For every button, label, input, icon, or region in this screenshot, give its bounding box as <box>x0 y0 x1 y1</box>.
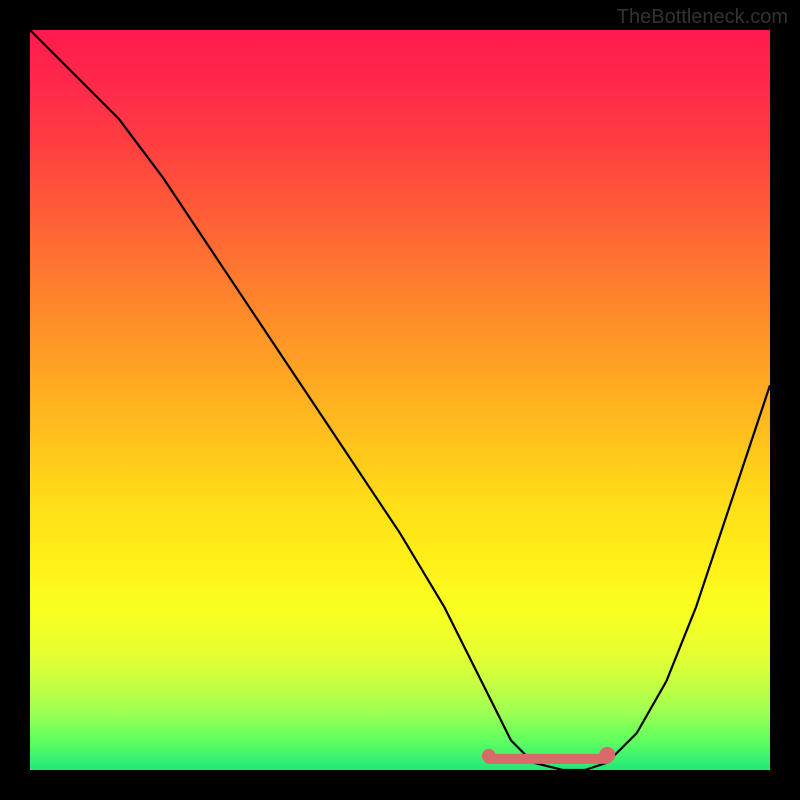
marker-end-dot <box>599 747 615 763</box>
chart-curve <box>30 30 770 770</box>
watermark-text: TheBottleneck.com <box>617 6 788 29</box>
chart-container <box>30 30 770 770</box>
marker-start-dot <box>482 749 496 763</box>
chart-svg-overlay <box>30 30 770 770</box>
